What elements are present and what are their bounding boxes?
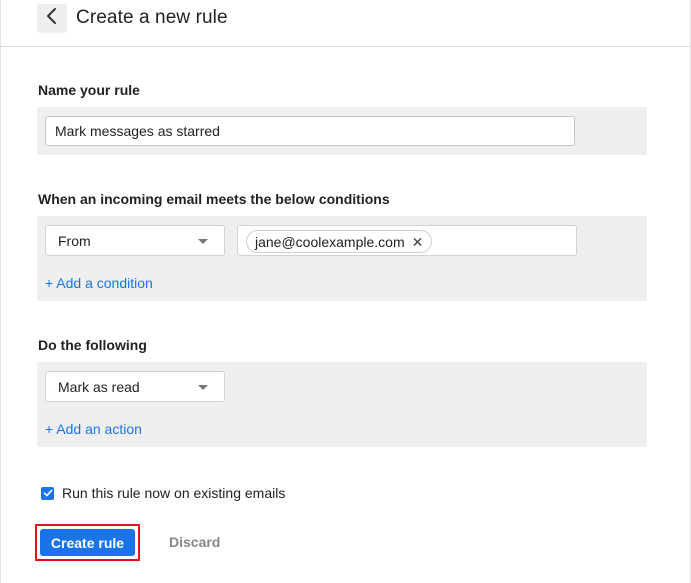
add-action-link[interactable]: + Add an action	[45, 421, 142, 437]
name-panel	[37, 107, 647, 155]
back-button[interactable]	[37, 4, 67, 33]
conditions-section-label: When an incoming email meets the below c…	[38, 191, 390, 207]
chevron-left-icon	[45, 7, 59, 30]
create-rule-button[interactable]: Create rule	[40, 529, 135, 556]
actions-section-label: Do the following	[38, 337, 147, 353]
left-border	[0, 0, 1, 583]
email-chip: jane@coolexample.com ✕	[246, 230, 433, 253]
run-now-option: Run this rule now on existing emails	[41, 485, 285, 501]
action-select[interactable]: Mark as read	[45, 371, 225, 402]
chevron-down-icon	[198, 384, 208, 390]
discard-button[interactable]: Discard	[169, 534, 220, 550]
checkmark-icon	[43, 489, 52, 497]
condition-field-value: From	[58, 232, 91, 249]
add-condition-link[interactable]: + Add a condition	[45, 275, 153, 291]
rule-name-input[interactable]	[45, 116, 575, 146]
condition-value-field[interactable]: jane@coolexample.com ✕	[237, 225, 577, 256]
condition-field-select[interactable]: From	[45, 225, 225, 256]
actions-panel: Mark as read + Add an action	[37, 362, 647, 447]
page-title: Create a new rule	[76, 7, 228, 28]
close-icon[interactable]: ✕	[412, 235, 424, 249]
run-now-label: Run this rule now on existing emails	[62, 485, 286, 501]
chevron-down-icon	[198, 238, 208, 244]
page-header: Create a new rule	[0, 0, 691, 47]
run-now-checkbox[interactable]	[41, 486, 54, 500]
action-select-value: Mark as read	[58, 378, 140, 395]
name-section-label: Name your rule	[38, 82, 140, 98]
create-rule-highlight: Create rule	[35, 524, 140, 561]
conditions-panel: From jane@coolexample.com ✕ + Add a cond…	[37, 216, 647, 301]
email-chip-label: jane@coolexample.com	[255, 233, 405, 250]
